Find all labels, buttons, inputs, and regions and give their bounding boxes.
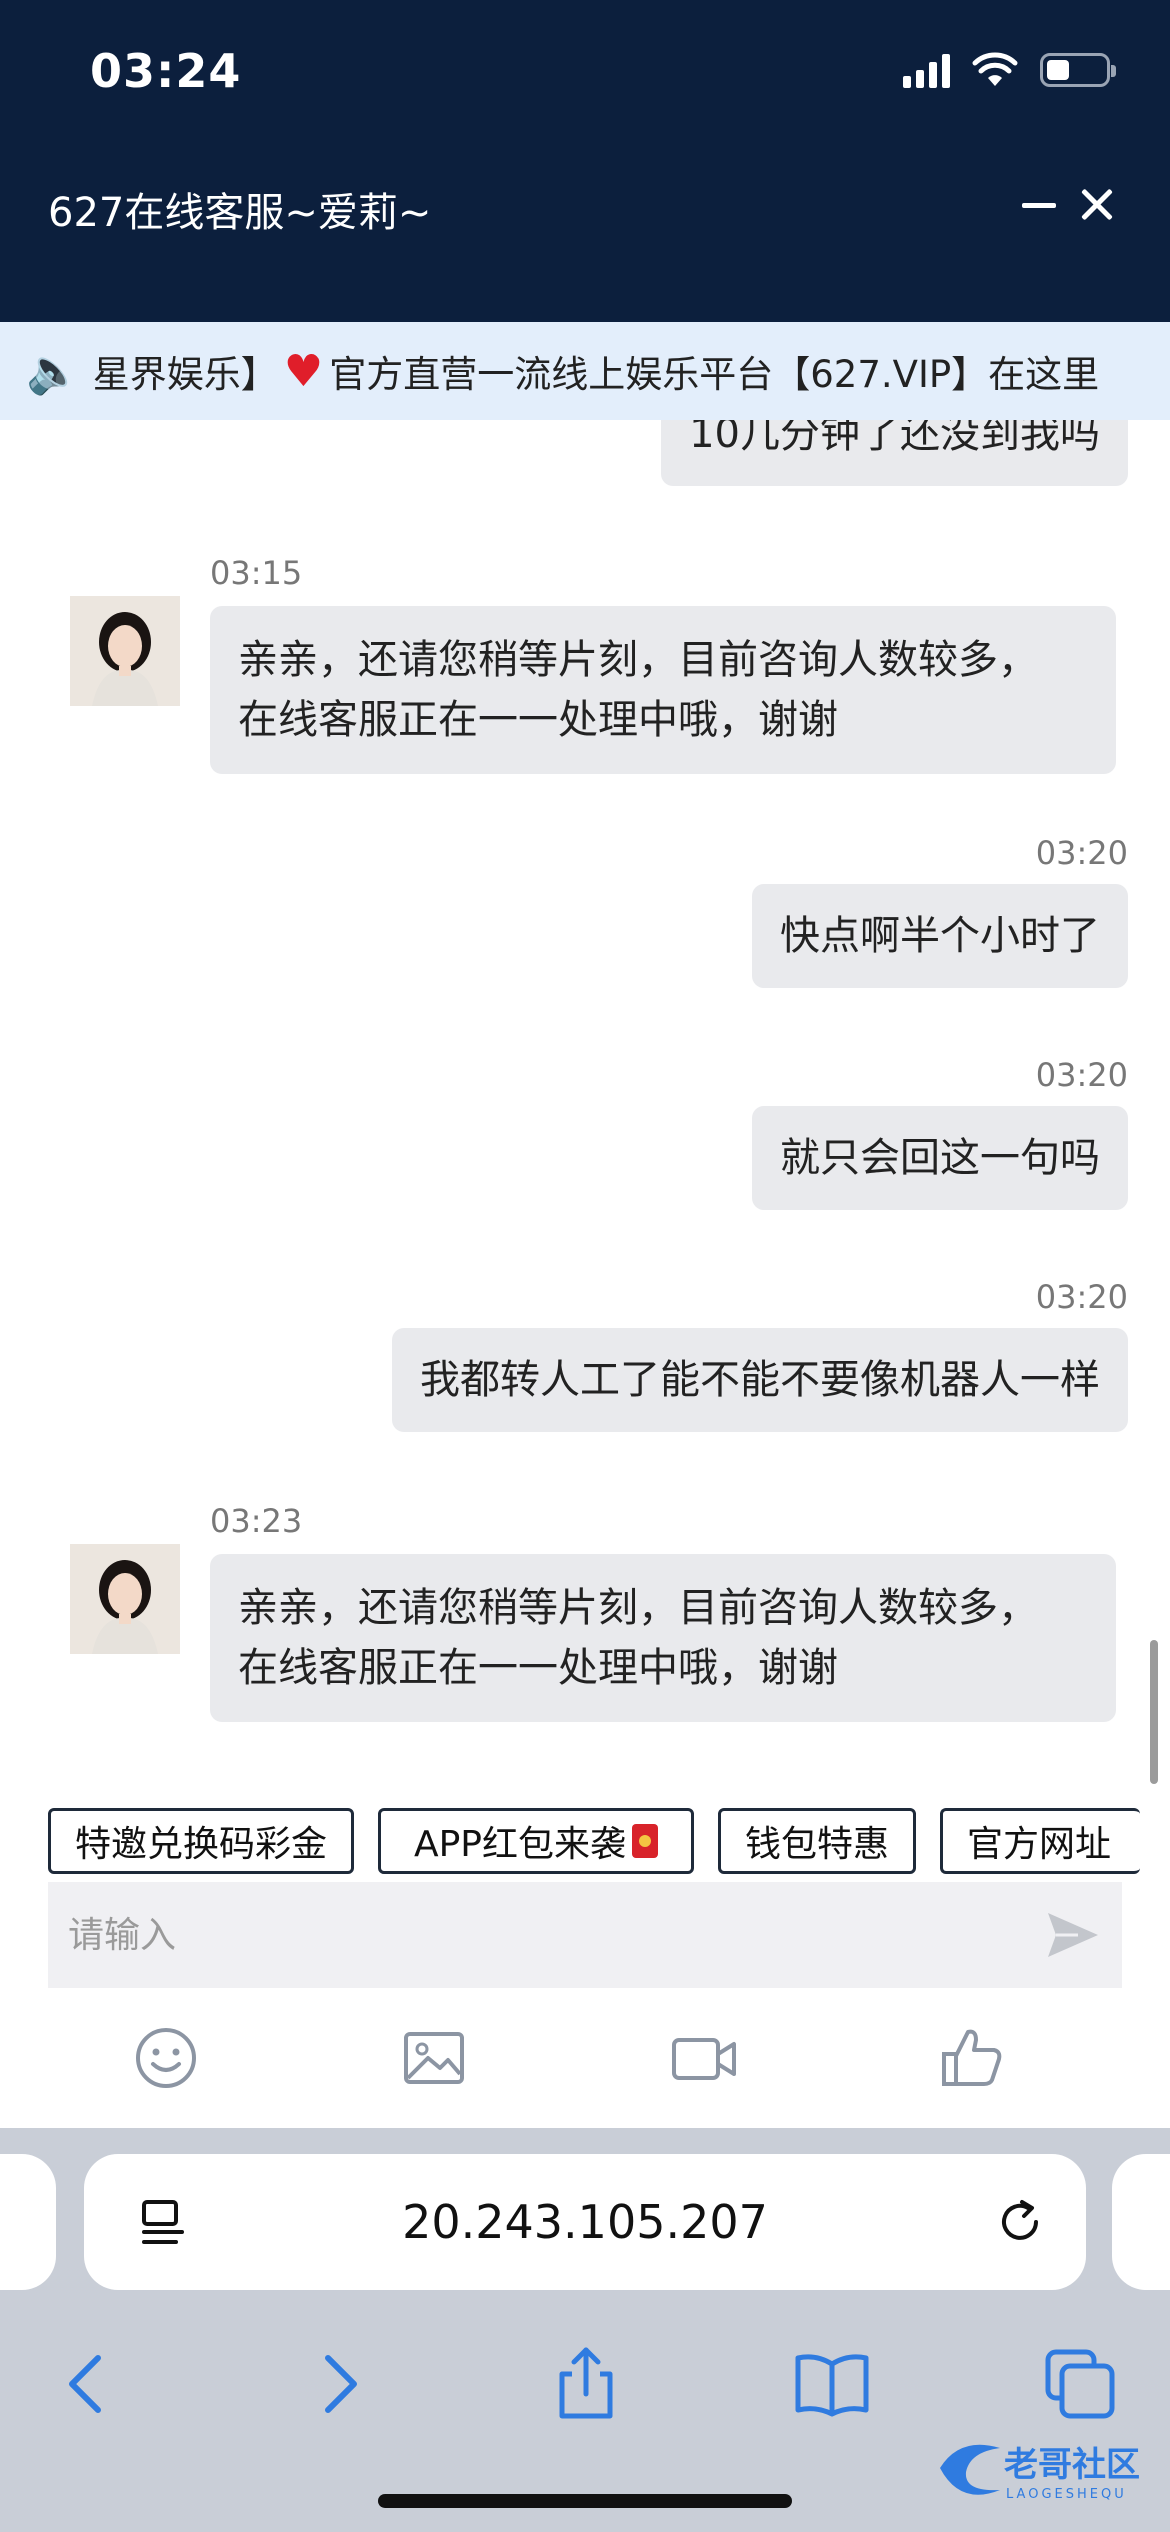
message-input-box xyxy=(48,1882,1122,1988)
message-time: 03:20 xyxy=(1035,1278,1128,1316)
next-tab-preview[interactable] xyxy=(1112,2154,1170,2290)
quick-reply-button[interactable]: 官方网址 xyxy=(940,1808,1140,1874)
cellular-signal-icon xyxy=(903,52,950,88)
avatar xyxy=(70,1544,180,1654)
svg-text:老哥社区: 老哥社区 xyxy=(1004,2445,1140,2485)
avatar xyxy=(70,596,180,706)
message-line: 在线客服正在一一处理中哦，谢谢 xyxy=(238,1645,838,1691)
previous-tab-preview[interactable] xyxy=(0,2154,56,2290)
browser-chrome: 20.243.105.207 老哥社区 LAOGESHEQU xyxy=(0,2128,1170,2532)
emoji-icon[interactable] xyxy=(130,2022,202,2094)
page-menu-icon[interactable] xyxy=(136,2194,192,2250)
minimize-icon[interactable] xyxy=(1016,180,1066,230)
address-bar[interactable]: 20.243.105.207 xyxy=(84,2154,1086,2290)
home-indicator[interactable] xyxy=(378,2494,792,2508)
chat-messages: 10几分钟了还没到我吗 03:15 亲亲，还请您稍等片刻，目前咨询人数较多， 在… xyxy=(0,420,1170,1780)
quick-reply-button[interactable]: 特邀兑换码彩金 xyxy=(48,1808,354,1874)
quick-reply-button[interactable]: APP红包来袭 xyxy=(378,1808,694,1874)
chat-title: 627在线客服~爱莉~ xyxy=(48,190,432,236)
battery-icon xyxy=(1040,53,1116,87)
announcement-text-2: 官方直营一流线上娱乐平台【627.VIP】在这里 xyxy=(329,353,1100,396)
send-icon[interactable] xyxy=(1042,1905,1102,1965)
chat-toolbar xyxy=(0,2010,1170,2110)
message-time: 03:20 xyxy=(1035,1056,1128,1094)
share-icon[interactable] xyxy=(546,2344,626,2424)
chat-bubble-user: 快点啊半个小时了 xyxy=(752,884,1128,988)
tabs-icon[interactable] xyxy=(1040,2344,1120,2424)
forward-icon[interactable] xyxy=(298,2344,378,2424)
status-icons xyxy=(903,52,1116,88)
message-time: 03:15 xyxy=(210,554,303,592)
wifi-icon xyxy=(972,52,1018,86)
chat-bubble-agent: 亲亲，还请您稍等片刻，目前咨询人数较多， 在线客服正在一一处理中哦，谢谢 xyxy=(210,1554,1116,1722)
message-text: 就只会回这一句吗 xyxy=(780,1135,1100,1181)
message-text: 10几分钟了还没到我吗 xyxy=(689,420,1100,457)
message-input[interactable] xyxy=(68,1914,1042,1956)
video-icon[interactable] xyxy=(668,2022,740,2094)
back-icon[interactable] xyxy=(48,2344,128,2424)
browser-nav xyxy=(0,2320,1170,2440)
chat-bubble-user: 10几分钟了还没到我吗 xyxy=(661,420,1128,486)
chat-header: 627在线客服~爱莉~ xyxy=(0,140,1170,322)
status-bar: 03:24 xyxy=(0,0,1170,140)
bookmarks-icon[interactable] xyxy=(792,2344,872,2424)
quick-reply-bar: 特邀兑换码彩金 APP红包来袭 钱包特惠 官方网址 xyxy=(0,1808,1170,1874)
message-text: 我都转人工了能不能不要像机器人一样 xyxy=(420,1357,1100,1403)
chat-bubble-user: 就只会回这一句吗 xyxy=(752,1106,1128,1210)
message-line: 在线客服正在一一处理中哦，谢谢 xyxy=(238,697,838,743)
image-icon[interactable] xyxy=(398,2022,470,2094)
heart-icon: ♥ xyxy=(283,345,324,397)
message-line: 亲亲，还请您稍等片刻，目前咨询人数较多， xyxy=(238,1585,1038,1631)
url-text: 20.243.105.207 xyxy=(402,2195,768,2249)
close-icon[interactable] xyxy=(1075,180,1125,230)
announcement-text-1: 星界娱乐】 xyxy=(92,353,278,396)
chat-bubble-user: 我都转人工了能不能不要像机器人一样 xyxy=(392,1328,1128,1432)
message-time: 03:20 xyxy=(1035,834,1128,872)
speaker-icon: 🔈 xyxy=(26,346,81,397)
chat-bubble-agent: 亲亲，还请您稍等片刻，目前咨询人数较多， 在线客服正在一一处理中哦，谢谢 xyxy=(210,606,1116,774)
quick-reply-button[interactable]: 钱包特惠 xyxy=(718,1808,916,1874)
status-time: 03:24 xyxy=(90,44,242,98)
red-packet-icon xyxy=(632,1824,659,1858)
announcement-banner: 🔈 星界娱乐】 ♥ 官方直营一流线上娱乐平台【627.VIP】在这里 xyxy=(0,322,1170,420)
message-text: 快点啊半个小时了 xyxy=(780,913,1100,959)
reload-icon[interactable] xyxy=(992,2194,1048,2250)
community-watermark-logo: 老哥社区 LAOGESHEQU xyxy=(940,2444,1140,2502)
message-time: 03:23 xyxy=(210,1502,303,1540)
message-line: 亲亲，还请您稍等片刻，目前咨询人数较多， xyxy=(238,637,1038,683)
svg-text:LAOGESHEQU: LAOGESHEQU xyxy=(1006,2487,1127,2502)
chat-scrollbar[interactable] xyxy=(1150,1640,1158,1784)
thumbs-up-icon[interactable] xyxy=(936,2022,1008,2094)
